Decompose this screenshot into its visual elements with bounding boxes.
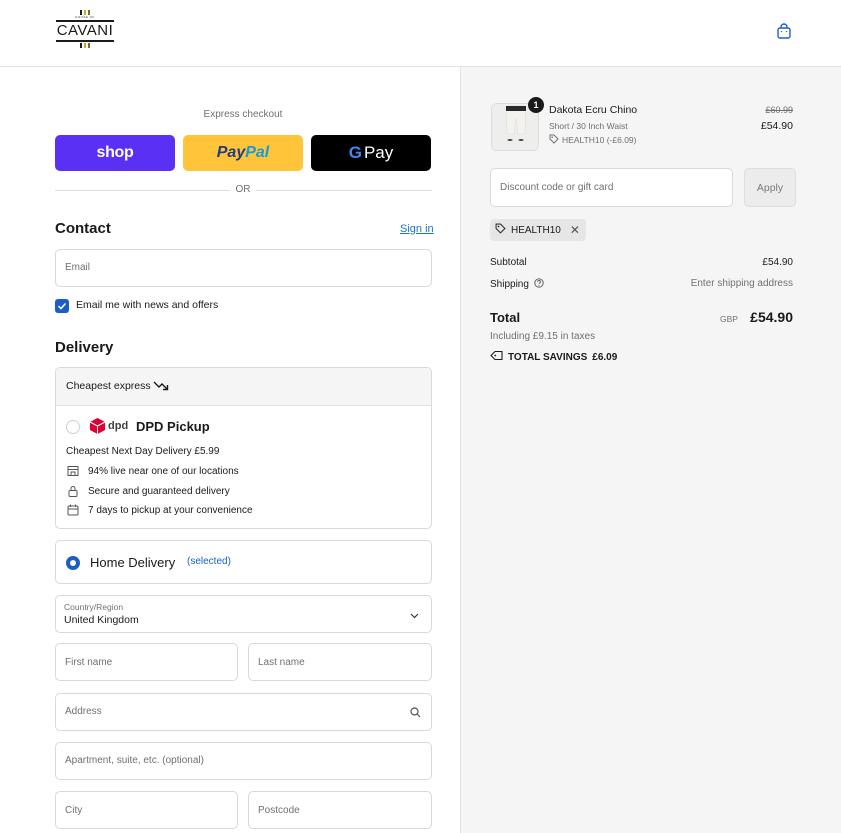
or-label: OR — [230, 184, 256, 195]
google-g-icon: G — [348, 143, 362, 162]
search-icon[interactable] — [410, 707, 421, 721]
original-price: £60.99 — [765, 105, 793, 115]
selected-indicator: (selected) — [187, 556, 231, 567]
feature-text: Secure and guaranteed delivery — [88, 485, 230, 497]
currency-code: GBP — [720, 314, 738, 324]
trend-down-icon — [153, 380, 169, 395]
dpd-logo: dpd — [90, 418, 128, 434]
subtotal-value: £54.90 — [762, 257, 793, 268]
subtotal-label: Subtotal — [490, 257, 527, 268]
discount-code-field[interactable]: Discount code or gift card — [490, 168, 733, 207]
google-pay-label: Pay — [363, 143, 394, 162]
feature-text: 94% live near one of our locations — [88, 465, 239, 477]
feature-text: 7 days to pickup at your convenience — [88, 504, 253, 516]
lock-icon — [66, 485, 80, 497]
contact-heading: Contact — [55, 220, 111, 237]
remove-discount-icon[interactable]: ✕ — [570, 223, 580, 237]
country-select[interactable]: Country/Region United Kingdom — [55, 595, 432, 633]
quantity-badge: 1 — [528, 97, 544, 113]
total-savings: TOTAL SAVINGS £6.09 — [490, 350, 617, 364]
email-placeholder: Email — [65, 262, 91, 273]
tag-icon — [490, 350, 503, 364]
taxes-note: Including £9.15 in taxes — [490, 331, 596, 342]
logo[interactable]: HOUSE OF CAVANI — [54, 10, 116, 52]
first-name-placeholder: First name — [65, 657, 113, 668]
product-variant: Short / 30 Inch Waist — [549, 121, 628, 131]
newsletter-label: Email me with news and offers — [76, 299, 219, 311]
cheapest-express-label: Cheapest express — [66, 380, 151, 392]
help-icon[interactable] — [534, 278, 544, 291]
address-field[interactable]: Address — [55, 693, 432, 731]
apartment-field[interactable]: Apartment, suite, etc. (optional) — [55, 742, 432, 780]
applied-code: HEALTH10 — [511, 224, 561, 236]
newsletter-checkbox[interactable] — [55, 299, 69, 313]
discount-placeholder: Discount code or gift card — [500, 182, 614, 193]
logo-tagline: HOUSE OF — [75, 15, 95, 19]
sign-in-link[interactable]: Sign in — [400, 223, 434, 235]
calendar-icon — [66, 504, 80, 516]
product-discount-text: HEALTH10 (-£6.09) — [562, 135, 637, 145]
dpd-feature: Secure and guaranteed delivery — [66, 485, 230, 497]
first-name-field[interactable]: First name — [55, 643, 238, 681]
tag-icon — [495, 223, 506, 237]
delivery-heading: Delivery — [55, 339, 114, 356]
header: HOUSE OF CAVANI — [0, 0, 841, 67]
total-value: £54.90 — [750, 309, 793, 325]
postcode-placeholder: Postcode — [258, 805, 300, 816]
logo-stripes-bottom — [54, 43, 116, 48]
shopping-bag-icon[interactable] — [776, 23, 792, 40]
shipping-value: Enter shipping address — [690, 278, 793, 289]
store-icon — [66, 465, 80, 477]
country-value: United Kingdom — [64, 614, 139, 626]
paypal-button[interactable]: Pay Pal — [183, 135, 303, 171]
city-field[interactable]: City — [55, 791, 238, 829]
savings-value: £6.09 — [592, 351, 618, 363]
tag-icon — [549, 134, 559, 146]
savings-label: TOTAL SAVINGS — [508, 351, 588, 363]
last-name-placeholder: Last name — [258, 657, 305, 668]
dpd-title: DPD Pickup — [136, 419, 210, 434]
home-delivery-label: Home Delivery — [90, 555, 176, 570]
shop-pay-button[interactable]: shop — [55, 135, 175, 171]
dpd-radio[interactable] — [66, 420, 80, 434]
dpd-wordmark: dpd — [108, 420, 129, 432]
logo-wordmark: CAVANI — [56, 22, 114, 39]
address-placeholder: Address — [65, 706, 102, 717]
dpd-cube-icon — [90, 418, 105, 434]
express-checkout-title: Express checkout — [203, 109, 283, 120]
discounted-price: £54.90 — [760, 120, 793, 132]
delivery-group-header: Cheapest express — [56, 368, 431, 406]
dpd-subtitle: Cheapest Next Day Delivery £5.99 — [66, 446, 220, 457]
home-delivery-option[interactable]: Home Delivery (selected) — [55, 540, 432, 584]
dpd-pickup-option[interactable]: Cheapest express dpd DPD Pickup Cheapest… — [55, 367, 432, 529]
country-label: Country/Region — [64, 602, 124, 612]
email-field[interactable]: Email — [55, 249, 432, 287]
chevron-down-icon — [410, 610, 419, 622]
apply-button[interactable]: Apply — [744, 168, 796, 207]
google-pay-button[interactable]: G Pay — [311, 135, 431, 171]
dpd-feature: 94% live near one of our locations — [66, 465, 239, 477]
product-discount: HEALTH10 (-£6.09) — [549, 134, 636, 146]
last-name-field[interactable]: Last name — [248, 643, 432, 681]
dpd-feature: 7 days to pickup at your convenience — [66, 504, 253, 516]
apartment-placeholder: Apartment, suite, etc. (optional) — [65, 755, 204, 766]
home-delivery-radio[interactable] — [66, 556, 80, 570]
postcode-field[interactable]: Postcode — [248, 791, 432, 829]
shipping-label: Shipping — [490, 279, 529, 290]
shipping-row: Shipping — [490, 278, 544, 291]
shop-pay-label: shop — [96, 144, 134, 161]
paypal-label-pal: Pal — [245, 144, 270, 161]
logo-rule — [56, 40, 114, 42]
city-placeholder: City — [65, 805, 83, 816]
total-label: Total — [490, 310, 521, 325]
applied-discount-chip: HEALTH10 ✕ — [490, 219, 586, 241]
paypal-label-pay: Pay — [216, 144, 246, 161]
product-name: Dakota Ecru Chino — [549, 104, 638, 116]
